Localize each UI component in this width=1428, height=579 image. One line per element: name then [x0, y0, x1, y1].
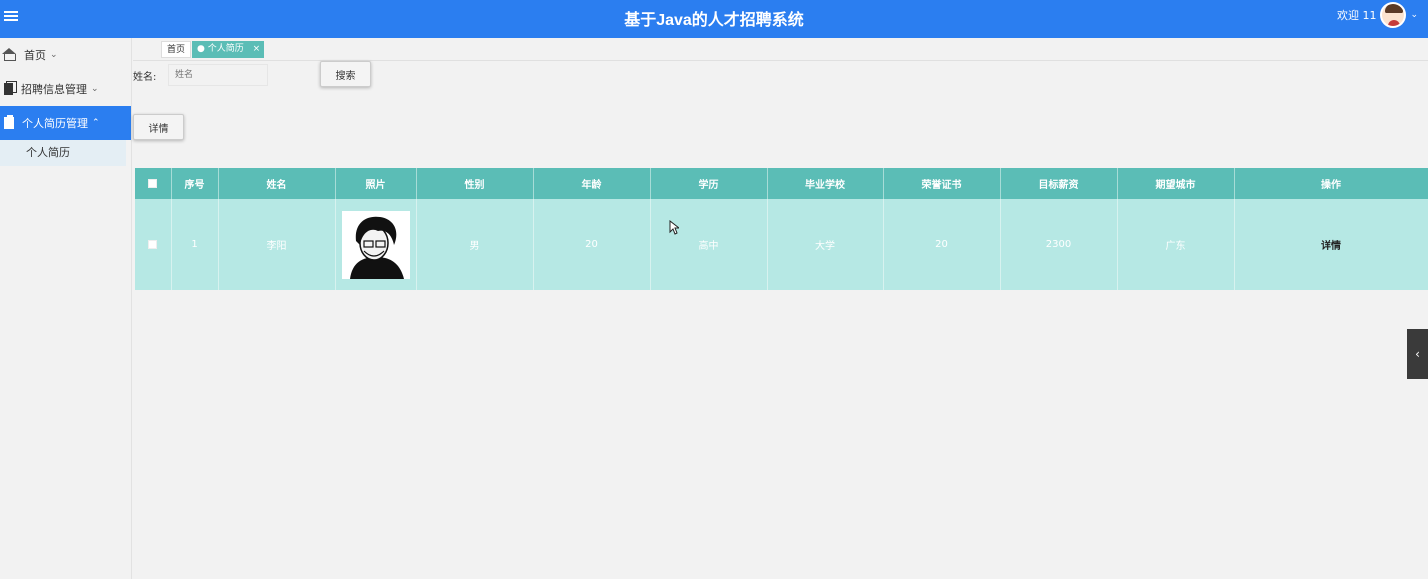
building-icon	[4, 115, 14, 129]
column-header: 姓名	[218, 168, 336, 199]
cell-certificates: 20	[883, 199, 1001, 290]
detail-button[interactable]: 详情	[133, 114, 184, 140]
chevron-up-icon: ⌃	[92, 118, 100, 128]
column-header: 荣誉证书	[883, 168, 1001, 199]
column-header: 序号	[171, 168, 219, 199]
sidebar-item-label: 个人简历管理	[22, 117, 88, 130]
select-all-cell[interactable]	[135, 168, 172, 199]
close-icon[interactable]: ×	[253, 44, 261, 54]
user-menu[interactable]: 欢迎 11 ⌄	[1337, 2, 1418, 28]
row-checkbox[interactable]	[148, 239, 158, 249]
search-label: 姓名:	[133, 72, 157, 83]
avatar[interactable]	[1380, 2, 1407, 28]
column-header: 目标薪资	[1000, 168, 1118, 199]
cell-index: 1	[171, 199, 219, 290]
table-row[interactable]: 1 李阳 男 20 高中 大学 20 2300 广东 详情	[135, 199, 1428, 290]
row-select-cell[interactable]	[135, 199, 172, 290]
cell-photo	[335, 199, 417, 290]
book-icon	[4, 81, 17, 95]
sidebar-item-label: 首页	[24, 49, 46, 62]
tab-bar: 首页 ● 个人简历 ×	[133, 38, 1428, 61]
select-all-checkbox[interactable]	[148, 178, 158, 188]
column-header: 照片	[335, 168, 417, 199]
detail-link[interactable]: 详情	[1234, 199, 1428, 290]
chevron-down-icon: ⌄	[91, 84, 99, 94]
column-header: 期望城市	[1117, 168, 1235, 199]
table-header-row: 序号 姓名 照片 性别 年龄 学历 毕业学校 荣誉证书 目标薪资 期望城市 操作	[135, 168, 1428, 199]
column-header: 操作	[1234, 168, 1428, 199]
sidebar-item-label: 招聘信息管理	[21, 83, 87, 96]
cell-age: 20	[533, 199, 651, 290]
sidebar-item-job-info[interactable]: 招聘信息管理 ⌄	[0, 72, 131, 106]
name-search-input[interactable]	[168, 64, 268, 86]
sidebar-subitem-resume[interactable]: 个人简历	[0, 140, 126, 166]
chevron-left-icon[interactable]: ‹	[1407, 329, 1428, 379]
welcome-text: 欢迎 11	[1336, 9, 1377, 22]
column-header: 学历	[650, 168, 768, 199]
tab-label: ● 个人简历	[197, 44, 244, 54]
sidebar-item-home[interactable]: 首页 ⌄	[0, 38, 131, 72]
cell-school: 大学	[767, 199, 884, 290]
chevron-down-icon: ⌄	[50, 50, 58, 60]
tab-home[interactable]: 首页	[161, 41, 192, 58]
mouse-pointer-icon	[669, 220, 679, 235]
column-header: 毕业学校	[767, 168, 884, 199]
cell-city: 广东	[1117, 199, 1235, 290]
tab-resume[interactable]: ● 个人简历 ×	[192, 41, 265, 58]
top-bar: 基于Java的人才招聘系统 欢迎 11 ⌄	[0, 0, 1428, 38]
search-button[interactable]: 搜索	[320, 61, 371, 87]
cell-salary: 2300	[1000, 199, 1118, 290]
column-header: 性别	[416, 168, 534, 199]
home-icon	[2, 47, 16, 61]
portrait-image	[341, 210, 410, 279]
chevron-down-icon[interactable]: ⌄	[1410, 10, 1418, 20]
sidebar: 首页 ⌄ 招聘信息管理 ⌄ 个人简历管理 ⌃ 个人简历	[0, 38, 132, 579]
cell-education: 高中	[650, 199, 768, 290]
app-title: 基于Java的人才招聘系统	[624, 12, 804, 29]
resume-photo	[341, 210, 410, 279]
sidebar-item-resume[interactable]: 个人简历管理 ⌃	[0, 106, 131, 140]
column-header: 年龄	[533, 168, 651, 199]
cell-gender: 男	[416, 199, 534, 290]
cell-name: 李阳	[218, 199, 336, 290]
resume-table: 序号 姓名 照片 性别 年龄 学历 毕业学校 荣誉证书 目标薪资 期望城市 操作…	[135, 168, 1428, 290]
